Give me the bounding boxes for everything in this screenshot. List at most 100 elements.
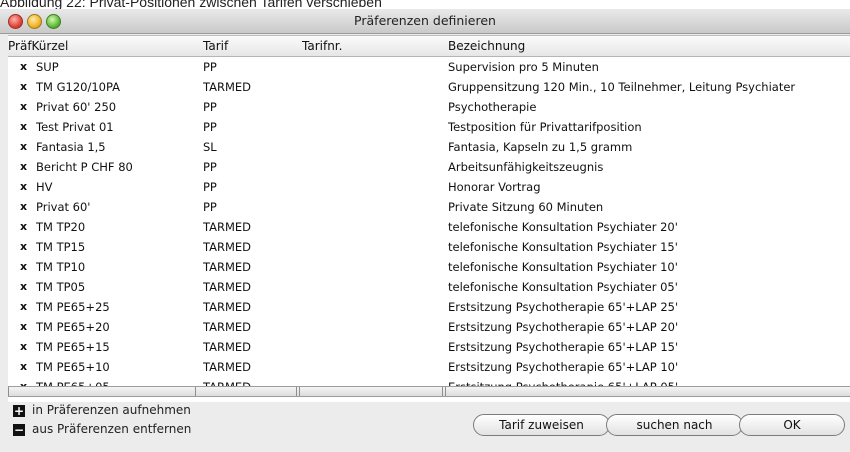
table-row[interactable]: x Privat 60' 250 PP Psychotherapie xyxy=(8,97,850,117)
row-mark: x xyxy=(20,320,28,333)
cell-kuerzel: Privat 60' xyxy=(36,200,91,214)
cell-bezeichnung: Gruppensitzung 120 Min., 10 Teilnehmer, … xyxy=(448,80,796,94)
cell-kuerzel: TM G120/10PA xyxy=(36,80,121,94)
remove-from-preferences-label: aus Präferenzen entfernen xyxy=(32,422,192,436)
horizontal-scrollbar[interactable] xyxy=(8,386,850,397)
cell-tarif: PP xyxy=(203,160,217,174)
cell-kuerzel: TM TP15 xyxy=(36,240,86,254)
cell-tarif: TARMED xyxy=(203,300,252,314)
table-row[interactable]: x TM TP20 TARMED telefonische Konsultation … xyxy=(8,217,850,237)
column-divider xyxy=(445,387,446,396)
table-row[interactable]: x Privat 60' PP Private Sitzung 60 Minuten xyxy=(8,197,850,217)
cell-tarifnr xyxy=(302,357,442,377)
cell-tarif: PP xyxy=(203,100,217,114)
row-mark: x xyxy=(20,140,28,153)
row-mark: x xyxy=(20,220,28,233)
cell-tarifnr xyxy=(302,97,442,117)
table-row[interactable]: x TM PE65+20 TARMED Erstsitzung Psychothera… xyxy=(8,317,850,337)
cell-tarifnr xyxy=(302,57,442,77)
column-header-tarif[interactable]: Tarif xyxy=(203,36,228,56)
cell-tarif: PP xyxy=(203,200,217,214)
column-divider xyxy=(296,387,297,396)
row-mark: x xyxy=(20,80,28,93)
cell-bezeichnung: Arbeitsunfähigkeitszeugnis xyxy=(448,160,604,174)
row-mark: x xyxy=(20,180,28,193)
cell-tarifnr xyxy=(302,157,442,177)
cell-bezeichnung: Supervision pro 5 Minuten xyxy=(448,60,599,74)
add-to-preferences-label: in Präferenzen aufnehmen xyxy=(32,403,191,417)
row-mark: x xyxy=(20,200,28,213)
cell-tarif: TARMED xyxy=(203,360,252,374)
cell-tarifnr xyxy=(302,197,442,217)
column-header-kuerzel[interactable]: PräfKürzel xyxy=(8,36,68,56)
row-mark: x xyxy=(20,300,28,313)
cell-tarif: TARMED xyxy=(203,260,252,274)
table-row[interactable]: x Fantasia 1,5 SL Fantasia, Kapseln zu 1,5 … xyxy=(8,137,850,157)
cell-tarif: TARMED xyxy=(203,80,252,94)
table-row[interactable]: x HV PP Honorar Vortrag xyxy=(8,177,850,197)
search-for-button[interactable]: suchen nach xyxy=(606,414,743,436)
cell-tarif: PP xyxy=(203,120,217,134)
cell-kuerzel: TM TP20 xyxy=(36,220,86,234)
row-mark: x xyxy=(20,340,28,353)
cell-kuerzel: SUP xyxy=(36,60,59,74)
plus-icon[interactable]: + xyxy=(13,405,25,417)
ok-button[interactable]: OK xyxy=(739,414,845,436)
cell-tarifnr xyxy=(302,117,442,137)
minus-icon[interactable]: − xyxy=(13,424,25,436)
row-mark: x xyxy=(20,120,28,133)
add-to-preferences-action[interactable]: + in Präferenzen aufnehmen xyxy=(13,402,191,418)
cell-bezeichnung: telefonische Konsultation Psychiater 15' xyxy=(448,240,678,254)
table-row[interactable]: x TM G120/10PA TARMED Gruppensitzung 120 Mi… xyxy=(8,77,850,97)
cell-kuerzel: TM PE65+20 xyxy=(36,320,110,334)
row-mark: x xyxy=(20,100,28,113)
cell-kuerzel: Bericht P CHF 80 xyxy=(36,160,133,174)
cell-bezeichnung: Honorar Vortrag xyxy=(448,180,541,194)
table-body: x SUP PP Supervision pro 5 Minuten x TM G120/… xyxy=(8,57,850,397)
cell-bezeichnung: telefonische Konsultation Psychiater 20' xyxy=(448,220,678,234)
row-mark: x xyxy=(20,160,28,173)
column-divider xyxy=(299,387,300,396)
cell-bezeichnung: Psychotherapie xyxy=(448,100,537,114)
row-mark: x xyxy=(20,60,28,73)
table-row[interactable]: x TM PE65+10 TARMED Erstsitzung Psychothera… xyxy=(8,357,850,377)
cell-tarifnr xyxy=(302,217,442,237)
remove-from-preferences-action[interactable]: − aus Präferenzen entfernen xyxy=(13,421,191,437)
column-header-tarifnr[interactable]: Tarifnr. xyxy=(302,36,342,56)
table-row[interactable]: x TM TP05 TARMED telefonische Konsultation … xyxy=(8,277,850,297)
cell-tarifnr xyxy=(302,237,442,257)
cell-tarifnr xyxy=(302,277,442,297)
table-row[interactable]: x TM PE65+25 TARMED Erstsitzung Psychothera… xyxy=(8,297,850,317)
cell-kuerzel: TM PE65+15 xyxy=(36,340,110,354)
cell-tarif: TARMED xyxy=(203,320,252,334)
cell-bezeichnung: Erstsitzung Psychotherapie 65'+LAP 10' xyxy=(448,360,679,374)
preferences-table: PräfKürzel Tarif Tarifnr. Bezeichnung xS… xyxy=(8,35,850,402)
table-row[interactable]: x TM PE65+15 TARMED Erstsitzung Psychothera… xyxy=(8,337,850,357)
table-row[interactable]: x SUP PP Supervision pro 5 Minuten xyxy=(8,57,850,77)
figure-caption: Abbildung 22: Privat-Positionen zwischen… xyxy=(0,0,382,9)
cell-tarif: PP xyxy=(203,180,217,194)
cell-tarifnr xyxy=(302,137,442,157)
cell-bezeichnung: Fantasia, Kapseln zu 1,5 gramm xyxy=(448,140,633,154)
cell-tarif: TARMED xyxy=(203,220,252,234)
cell-tarif: TARMED xyxy=(203,240,252,254)
cell-kuerzel: Test Privat 01 xyxy=(36,120,114,134)
preferences-window: Präferenzen definieren PräfKürzel Tarif … xyxy=(0,9,850,452)
row-mark: x xyxy=(20,280,28,293)
cell-tarif: SL xyxy=(203,140,217,154)
row-mark: x xyxy=(20,360,28,373)
cell-bezeichnung: telefonische Konsultation Psychiater 10' xyxy=(448,260,678,274)
table-row[interactable]: x TM TP15 TARMED telefonische Konsultation … xyxy=(8,237,850,257)
column-divider xyxy=(195,387,196,396)
cell-kuerzel: Privat 60' 250 xyxy=(36,100,117,114)
table-row[interactable]: x Bericht P CHF 80 PP Arbeitsunfähigkeitsze… xyxy=(8,157,850,177)
cell-bezeichnung: Testposition für Privattarifposition xyxy=(448,120,642,134)
cell-kuerzel: TM TP05 xyxy=(36,280,86,294)
table-row[interactable]: x TM TP10 TARMED telefonische Konsultation … xyxy=(8,257,850,277)
table-row[interactable]: x Test Privat 01 PP Testposition für Privat… xyxy=(8,117,850,137)
cell-bezeichnung: Erstsitzung Psychotherapie 65'+LAP 15' xyxy=(448,340,679,354)
cell-tarifnr xyxy=(302,297,442,317)
window-title: Präferenzen definieren xyxy=(354,13,496,28)
column-header-bezeichnung[interactable]: Bezeichnung xyxy=(448,36,525,56)
assign-tarif-button[interactable]: Tarif zuweisen xyxy=(473,414,610,436)
